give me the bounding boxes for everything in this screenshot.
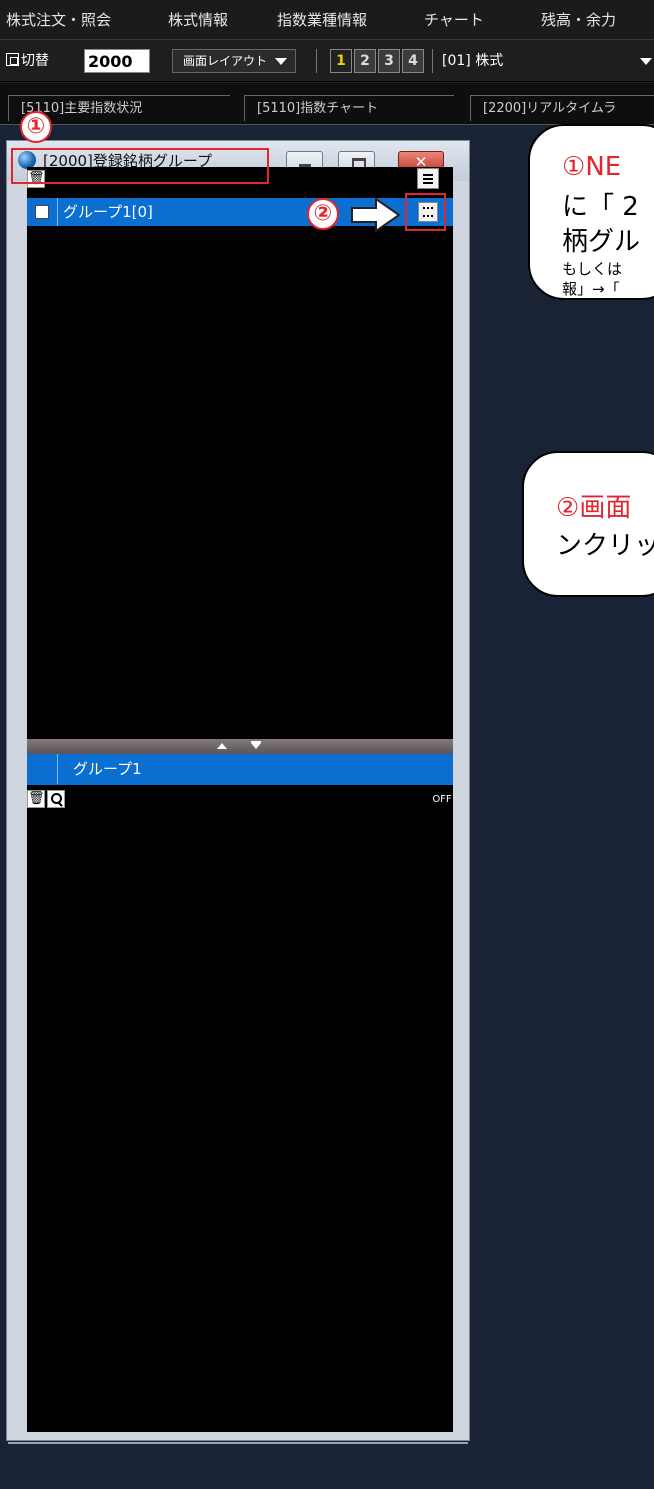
chevron-down-icon <box>275 58 287 65</box>
callout-1-line-2: に「 2 <box>562 192 639 222</box>
callout-1-line-4: もしくは <box>562 260 623 278</box>
tab-index-chart[interactable]: [5110]指数チャート <box>244 95 454 121</box>
menu-item-balance[interactable]: 残高・余力 <box>541 0 616 40</box>
group-detail-name: グループ1 <box>73 760 142 778</box>
arrow-down-icon[interactable] <box>251 741 261 749</box>
pane-splitter[interactable] <box>27 739 453 754</box>
menu-line <box>423 182 433 184</box>
menu-item-stock-order[interactable]: 株式注文・照会 <box>6 0 111 40</box>
layout-button-2[interactable]: 2 <box>354 49 376 73</box>
group-checkbox[interactable] <box>35 205 49 219</box>
switch-window-icon <box>6 53 19 66</box>
toolbar-divider <box>432 49 433 73</box>
row-divider <box>57 198 58 226</box>
layout-dropdown[interactable]: 画面レイアウト <box>172 49 296 73</box>
window-bottom-edge <box>8 1442 468 1444</box>
annotation-box-title <box>11 148 269 184</box>
callout-1-number: ① <box>562 152 586 182</box>
arrow-up-icon[interactable] <box>217 743 227 749</box>
menu-line <box>423 174 433 176</box>
callout-bubble-1: ①NE に「 2 柄グル もしくは 報」→「 <box>528 124 654 300</box>
group-name: グループ1[0] <box>63 203 153 221</box>
callout-2-text-1: 画面 <box>579 493 632 523</box>
arrow-right-icon <box>351 197 401 233</box>
callout-1-line-3: 柄グル <box>562 227 641 257</box>
market-label: [01] 株式 <box>442 53 504 69</box>
layout-button-4[interactable]: 4 <box>402 49 424 73</box>
callout-1-text-1: NE <box>585 152 622 182</box>
off-toggle[interactable]: OFF <box>431 792 453 808</box>
annotation-badge-1: ① <box>20 111 52 143</box>
chevron-down-icon <box>640 58 652 65</box>
market-dropdown[interactable]: [01] 株式 <box>442 49 652 73</box>
layout-button-1[interactable]: 1 <box>330 49 352 73</box>
switch-label: 切替 <box>21 53 49 69</box>
annotation-badge-2: ② <box>307 198 339 230</box>
callout-1-line-1: ①NE <box>562 152 621 182</box>
callout-2-line-2: ンクリッ <box>556 531 654 561</box>
menu-item-stock-info[interactable]: 株式情報 <box>168 0 228 40</box>
group-list-pane: 🗑 グループ1[0] <box>27 167 453 740</box>
callout-2-line-1: ②画面 <box>556 487 631 524</box>
toolbar: 切替 2000 画面レイアウト 1 2 3 4 [01] 株式 <box>0 41 654 82</box>
callout-bubble-2: ②画面 ンクリッ <box>522 451 654 597</box>
menu-lines-icon[interactable] <box>417 168 439 189</box>
tab-realtime[interactable]: [2200]リアルタイムラ <box>470 95 654 121</box>
callout-1-line-5: 報」→「 <box>562 280 620 298</box>
group-detail-header[interactable]: グループ1 <box>27 754 453 785</box>
layout-label: 画面レイアウト <box>183 54 268 68</box>
screen-code-input[interactable]: 2000 <box>84 49 150 73</box>
row-divider <box>57 754 58 784</box>
switch-button[interactable]: 切替 <box>6 50 49 72</box>
callout-2-number: ② <box>556 493 580 523</box>
group-detail-pane: グループ1 🗑 OFF <box>27 754 453 1432</box>
menu-item-chart[interactable]: チャート <box>424 0 484 40</box>
trash-icon[interactable]: 🗑 <box>27 790 45 808</box>
annotation-box-menu <box>405 193 446 231</box>
search-icon[interactable] <box>47 790 65 808</box>
toolbar-divider <box>316 49 317 73</box>
tab-strip: [5110]主要指数状況 [5110]指数チャート [2200]リアルタイムラ <box>0 83 654 125</box>
menu-item-index-info[interactable]: 指数業種情報 <box>277 0 367 40</box>
menu-line <box>423 178 433 180</box>
layout-button-3[interactable]: 3 <box>378 49 400 73</box>
menu-bar: 株式注文・照会 株式情報 指数業種情報 チャート 残高・余力 <box>0 0 654 40</box>
